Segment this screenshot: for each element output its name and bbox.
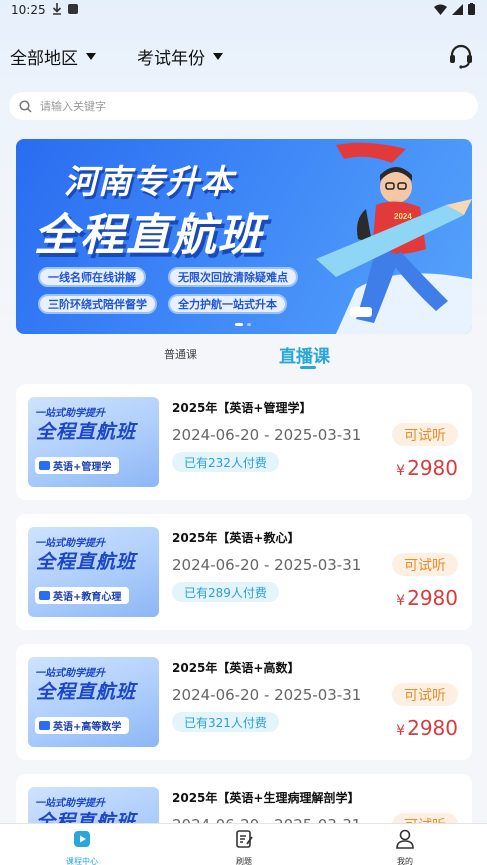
practice-icon <box>236 830 253 848</box>
banner-feature: 无限次回放清除疑难点 <box>168 267 298 287</box>
paid-count-badge: 已有289人付费 <box>172 582 279 602</box>
course-title: 2025年【英语+高数】 <box>172 661 300 675</box>
app-notification-icon <box>68 4 78 14</box>
video-icon <box>39 461 50 470</box>
nav-label: 课程中心 <box>66 857 98 865</box>
course-thumbnail: 一站式助学提升 全程直航班 英语+教育心理 <box>28 527 159 617</box>
status-time: 10:25 <box>11 3 46 17</box>
nav-course-center[interactable]: 课程中心 <box>52 828 112 865</box>
course-icon <box>74 831 90 847</box>
banner-feature: 全力护航一站式升本 <box>168 294 287 314</box>
caret-down-icon <box>213 53 223 60</box>
nav-practice[interactable]: 刷题 <box>214 828 274 865</box>
customer-service-icon[interactable] <box>447 42 475 70</box>
course-price: ¥2980 <box>396 716 458 740</box>
banner-pagination <box>235 323 251 326</box>
trial-button[interactable]: 可试听 <box>392 553 458 576</box>
trial-button[interactable]: 可试听 <box>392 683 458 706</box>
signal-icon <box>452 3 463 15</box>
active-tab-indicator <box>300 366 316 369</box>
thumbnail-title: 全程直航班 <box>36 551 137 573</box>
thumbnail-title: 全程直航班 <box>36 421 137 443</box>
caret-down-icon <box>86 53 96 60</box>
student-illustration: 2024 <box>316 142 472 334</box>
status-bar: 10:25 <box>0 0 487 22</box>
tab-live-course[interactable]: 直播课 <box>279 342 330 367</box>
course-dates: 2024-06-20 - 2025-03-31 <box>172 686 362 704</box>
currency-symbol: ¥ <box>396 463 406 479</box>
course-thumbnail: 一站式助学提升 全程直航班 英语+高等数学 <box>28 657 159 747</box>
wifi-icon <box>434 4 447 15</box>
thumbnail-title: 全程直航班 <box>36 681 137 703</box>
search-bar[interactable] <box>9 92 478 120</box>
thumbnail-subject-label: 英语+教育心理 <box>53 592 122 603</box>
currency-symbol: ¥ <box>396 723 406 739</box>
paid-count-badge: 已有321人付费 <box>172 712 279 732</box>
nav-profile[interactable]: 我的 <box>375 828 435 865</box>
banner-feature: 一线名师在线讲解 <box>38 267 146 287</box>
year-filter-label: 考试年份 <box>137 49 205 69</box>
thumbnail-subject-tag: 英语+高等数学 <box>35 717 130 734</box>
promo-banner[interactable]: 河南专升本 全程直航班 一线名师在线讲解 无限次回放清除疑难点 三阶环绕式陪伴督… <box>16 139 472 334</box>
search-input[interactable] <box>40 99 440 113</box>
profile-icon <box>396 829 414 849</box>
paid-count-badge: 已有232人付费 <box>172 452 279 472</box>
bottom-nav: 课程中心 刷题 我的 <box>0 823 487 865</box>
price-value: 2980 <box>407 716 458 740</box>
trial-button[interactable]: 可试听 <box>392 423 458 446</box>
course-title: 2025年【英语+教心】 <box>172 531 300 545</box>
course-card[interactable]: 一站式助学提升 全程直航班 英语+高等数学 2025年【英语+高数】 2024-… <box>16 644 472 760</box>
course-price: ¥2980 <box>396 586 458 610</box>
thumbnail-subject-label: 英语+管理学 <box>53 462 112 473</box>
banner-feature: 三阶环绕式陪伴督学 <box>38 294 157 314</box>
banner-title: 河南专升本 <box>64 162 234 201</box>
thumbnail-subject-label: 英语+高等数学 <box>53 722 122 733</box>
course-title: 2025年【英语+管理学】 <box>172 401 312 415</box>
course-price: ¥2980 <box>396 456 458 480</box>
course-dates: 2024-06-20 - 2025-03-31 <box>172 426 362 444</box>
year-filter[interactable]: 考试年份 <box>137 44 223 69</box>
thumbnail-subject-tag: 英语+教育心理 <box>35 587 130 604</box>
battery-icon <box>468 3 475 15</box>
region-filter[interactable]: 全部地区 <box>10 44 96 69</box>
course-card[interactable]: 一站式助学提升 全程直航班 英语+管理学 2025年【英语+管理学】 2024-… <box>16 384 472 500</box>
course-title: 2025年【英语+生理病理解剖学】 <box>172 791 360 805</box>
course-type-tabs: 普通课 直播课 <box>0 340 487 370</box>
status-indicators <box>434 3 475 15</box>
thumbnail-subject-tag: 英语+管理学 <box>35 457 120 474</box>
nav-label: 我的 <box>397 857 413 865</box>
course-card[interactable]: 一站式助学提升 全程直航班 英语+教育心理 2025年【英语+教心】 2024-… <box>16 514 472 630</box>
price-value: 2980 <box>407 456 458 480</box>
course-thumbnail: 一站式助学提升 全程直航班 英语+管理学 <box>28 397 159 487</box>
nav-label: 刷题 <box>236 857 252 865</box>
video-icon <box>39 721 50 730</box>
region-filter-label: 全部地区 <box>10 49 78 69</box>
price-value: 2980 <box>407 586 458 610</box>
jersey-text: 2024 <box>394 212 412 221</box>
search-icon <box>19 99 32 113</box>
download-icon <box>52 3 62 15</box>
currency-symbol: ¥ <box>396 593 406 609</box>
banner-subtitle: 全程直航班 <box>34 210 264 261</box>
video-icon <box>39 591 50 600</box>
course-dates: 2024-06-20 - 2025-03-31 <box>172 556 362 574</box>
tab-normal-course[interactable]: 普通课 <box>164 346 197 362</box>
top-bar: 全部地区 考试年份 <box>0 40 487 74</box>
